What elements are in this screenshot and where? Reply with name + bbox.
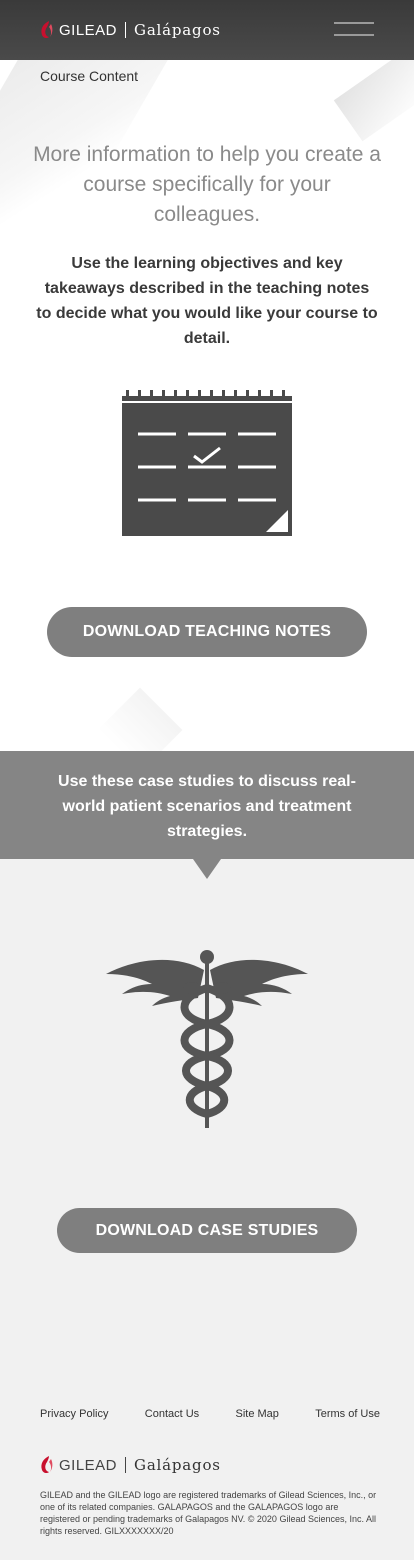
gilead-flame-icon [41,21,53,39]
callout-text: Use these case studies to discuss real-w… [58,773,356,840]
decorative-shape [333,60,414,142]
brand-galapagos-text: Galápagos [134,1456,221,1474]
callout-arrow [193,859,221,879]
brand-galapagos-text: Galápagos [134,21,221,39]
section-label: Course Content [40,68,139,84]
footer-brand-logo: GILEAD Galápagos [40,1455,221,1475]
footer-link-contact-us[interactable]: Contact Us [145,1408,199,1420]
footer-link-privacy-policy[interactable]: Privacy Policy [40,1408,108,1420]
brand-gilead-text: GILEAD [59,21,118,39]
case-studies-callout: Use these case studies to discuss real-w… [0,751,414,859]
decorative-shape [97,687,183,751]
brand-divider [125,1457,127,1473]
download-case-studies-button[interactable]: DOWNLOAD CASE STUDIES [57,1208,357,1253]
section-heading: More information to help you create a co… [33,143,381,226]
footer-link-terms-of-use[interactable]: Terms of Use [315,1408,380,1420]
section-body: Use the learning objectives and key take… [36,255,378,347]
footer-links: Privacy Policy Contact Us Site Map Terms… [40,1408,380,1420]
hamburger-menu-icon[interactable] [334,22,374,38]
course-content-section: Course Content More information to help … [0,60,414,751]
calendar-checklist-icon [122,390,292,536]
caduceus-icon [106,950,308,1128]
brand-gilead-text: GILEAD [59,1456,118,1474]
brand-logo[interactable]: GILEAD Galápagos [40,20,221,40]
footer-link-site-map[interactable]: Site Map [235,1408,278,1420]
download-teaching-notes-button[interactable]: DOWNLOAD TEACHING NOTES [47,607,367,657]
brand-divider [125,22,127,38]
gilead-flame-icon [41,1456,53,1474]
legal-text: GILEAD and the GILEAD logo are registere… [40,1490,377,1536]
site-header: GILEAD Galápagos [0,0,414,60]
